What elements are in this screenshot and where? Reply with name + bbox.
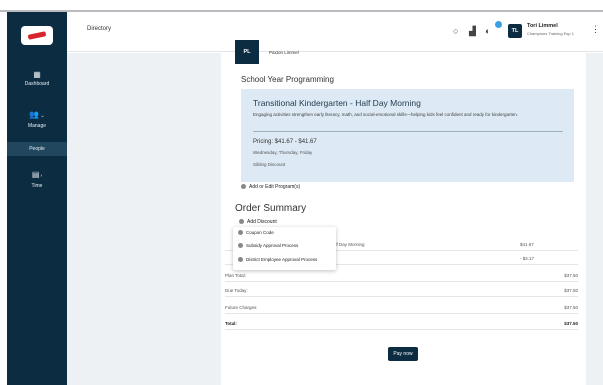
divider xyxy=(253,131,563,132)
chevron-right-icon: › xyxy=(40,173,43,179)
menu-item-district-employee[interactable]: District Employee Approval Process xyxy=(238,257,318,263)
menu-item-label: Subsidy Approval Process xyxy=(246,243,299,248)
total-label: Total: xyxy=(225,321,237,326)
sidebar-item-label: Time xyxy=(31,183,43,189)
program-name: Transitional Kindergarten - Half Day Mor… xyxy=(253,98,421,108)
total-value: $37.50 xyxy=(564,288,578,293)
sidebar-item-people[interactable]: People xyxy=(7,142,67,156)
add-icon xyxy=(241,184,246,190)
program-card: Transitional Kindergarten - Half Day Mor… xyxy=(241,89,574,182)
student-avatar: PL xyxy=(235,40,259,64)
program-description: Engaging activities strengthen early lit… xyxy=(253,112,519,117)
total-label: Due Today: xyxy=(225,288,248,293)
total-label: Future Charges: xyxy=(225,305,258,310)
manage-icon: 👥⌄ xyxy=(29,110,45,119)
section-title: School Year Programming xyxy=(241,75,334,84)
program-days: Wednesday, Thursday, Friday xyxy=(253,150,313,155)
notifications-icon[interactable]: ◐ xyxy=(485,26,490,36)
total-row: Due Today: $37.50 xyxy=(225,286,578,297)
option-icon xyxy=(238,230,243,236)
discount-menu: Coupon Code Subsidy Approval Process Dis… xyxy=(233,227,336,270)
menu-item-label: District Employee Approval Process xyxy=(246,257,318,262)
search-icon[interactable]: ○ xyxy=(453,26,458,36)
option-icon xyxy=(238,243,243,249)
dashboard-icon: ▦ xyxy=(33,70,41,79)
sidebar-item-dashboard[interactable]: ▦ Dashboard xyxy=(7,70,67,87)
app-logo[interactable] xyxy=(21,26,53,45)
add-program-label: Add or Edit Program(s) xyxy=(249,184,301,190)
student-name: Paxton Limmel xyxy=(269,50,299,55)
option-icon xyxy=(238,257,243,263)
total-label: Plan Total: xyxy=(225,273,246,278)
total-row: Future Charges: $37.50 xyxy=(225,303,578,314)
line-item-value: - $4.17 xyxy=(520,256,535,261)
add-program-link[interactable]: Add or Edit Program(s) xyxy=(241,184,300,190)
page-title: Directory xyxy=(87,26,112,32)
notification-badge xyxy=(495,21,502,28)
add-discount-label: Add Discount xyxy=(247,219,277,225)
messages-icon[interactable]: ▟ xyxy=(469,26,476,36)
user-avatar[interactable]: TL xyxy=(508,24,522,38)
grand-total-row: Total: $37.50 xyxy=(225,319,578,330)
sidebar-item-label: Dashboard xyxy=(24,81,50,87)
total-value: $37.50 xyxy=(564,273,578,278)
top-header: Directory ○ ▟ ◐ TL Tori Limmel Champions… xyxy=(67,12,603,52)
time-icon: ▤› xyxy=(31,170,43,179)
user-name[interactable]: Tori Limmel xyxy=(527,23,558,29)
total-value: $37.50 xyxy=(564,305,578,310)
user-organization: Champions Training Esp 1 xyxy=(527,31,574,36)
add-icon xyxy=(239,219,244,225)
sidebar-item-time[interactable]: ▤› Time xyxy=(7,170,67,189)
menu-item-subsidy[interactable]: Subsidy Approval Process xyxy=(238,243,299,249)
sidebar-item-label: Manage xyxy=(27,123,47,129)
pay-now-button[interactable]: Pay now xyxy=(388,347,418,361)
sidebar-item-label: People xyxy=(29,146,45,152)
logo-mark xyxy=(27,31,47,40)
sidebar-item-manage[interactable]: 👥⌄ Manage xyxy=(7,110,67,129)
chevron-down-icon: ⌄ xyxy=(40,113,45,119)
program-pricing: Pricing: $41.67 - $41.67 xyxy=(253,139,317,145)
main-content: PL Paxton Limmel School Year Programming… xyxy=(67,40,603,385)
line-item-value: $41.67 xyxy=(520,242,534,247)
order-summary-title: Order Summary xyxy=(235,203,307,214)
menu-item-coupon-code[interactable]: Coupon Code xyxy=(238,230,274,236)
menu-item-label: Coupon Code xyxy=(246,230,274,235)
checkout-card: PL Paxton Limmel School Year Programming… xyxy=(221,40,586,385)
sidebar: ▦ Dashboard 👥⌄ Manage People ▤› Time xyxy=(7,12,67,385)
total-value: $37.50 xyxy=(564,321,578,326)
total-row: Plan Total: $37.50 xyxy=(225,271,578,282)
add-discount-link[interactable]: Add Discount xyxy=(239,219,277,225)
more-options-icon[interactable]: ⋮ xyxy=(591,25,600,34)
program-discount: Sibling Discount xyxy=(253,162,286,167)
